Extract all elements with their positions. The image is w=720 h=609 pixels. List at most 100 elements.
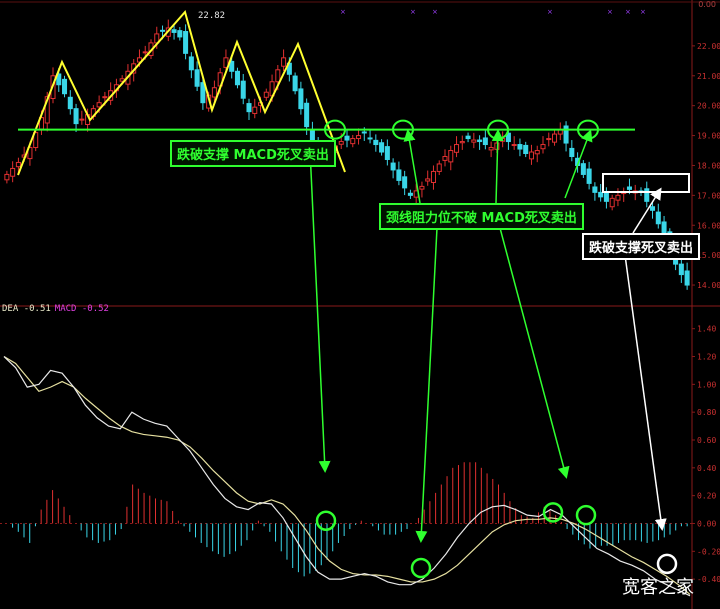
candle bbox=[281, 57, 287, 67]
legend-dea-value: -0.51 bbox=[23, 304, 51, 314]
price-tick-label: 15.00 bbox=[697, 251, 720, 260]
candle bbox=[10, 167, 16, 177]
macd-line bbox=[3, 356, 691, 597]
candle bbox=[246, 103, 252, 113]
legend-macd-value: -0.52 bbox=[81, 304, 109, 314]
candle bbox=[448, 150, 454, 163]
macd-panel bbox=[3, 356, 691, 597]
candle bbox=[626, 186, 632, 190]
macd-tick-label: 0.40 bbox=[697, 464, 716, 473]
candle bbox=[183, 31, 189, 54]
event-marker: × bbox=[607, 8, 613, 16]
candle bbox=[373, 139, 379, 146]
candle bbox=[292, 75, 298, 92]
cross-circle bbox=[575, 504, 597, 526]
dea-line bbox=[3, 356, 691, 595]
event-marker: × bbox=[432, 8, 438, 16]
macd-tick-label: 0.00 bbox=[697, 519, 716, 528]
macd-tick-label: 0.80 bbox=[697, 408, 716, 417]
candle bbox=[171, 29, 177, 33]
candle bbox=[298, 88, 304, 110]
candle bbox=[419, 185, 425, 190]
candle bbox=[379, 142, 385, 153]
candle bbox=[390, 162, 396, 171]
event-marker: × bbox=[625, 8, 631, 16]
legend-dea: DEA -0.51 bbox=[2, 304, 51, 314]
candle bbox=[454, 144, 460, 153]
corner-value: 0.00 bbox=[698, 0, 716, 9]
candle bbox=[523, 144, 529, 155]
macd-tick-label: -0.20 bbox=[697, 547, 720, 556]
candle bbox=[482, 137, 488, 146]
price-tick-label: 17.00 bbox=[697, 191, 720, 200]
candle bbox=[655, 211, 661, 225]
candle bbox=[569, 147, 575, 157]
price-tick-label: 14.00 bbox=[697, 281, 720, 290]
candle bbox=[459, 141, 465, 144]
candle bbox=[598, 191, 604, 198]
candle bbox=[367, 137, 373, 140]
candle bbox=[211, 87, 217, 98]
candle bbox=[350, 138, 356, 145]
candle bbox=[442, 155, 448, 161]
price-tick-label: 19.00 bbox=[697, 132, 720, 141]
candle bbox=[160, 29, 166, 32]
candle bbox=[425, 178, 431, 182]
candle bbox=[188, 56, 194, 71]
candle bbox=[62, 78, 68, 95]
event-marker: × bbox=[640, 8, 646, 16]
candle bbox=[4, 173, 10, 181]
candle bbox=[684, 270, 690, 286]
candle bbox=[592, 186, 598, 193]
price-tick-label: 22.00 bbox=[697, 42, 720, 51]
candle bbox=[430, 170, 436, 184]
macd-tick-label: 0.20 bbox=[697, 492, 716, 501]
cross-circle bbox=[656, 553, 678, 575]
candle bbox=[194, 69, 200, 87]
annotation-overlay bbox=[309, 119, 690, 579]
arrow bbox=[309, 149, 331, 473]
macd-tick-label: 1.00 bbox=[697, 380, 716, 389]
candle bbox=[338, 141, 344, 145]
candle bbox=[609, 197, 615, 208]
brand-watermark: 宽客之家 bbox=[622, 577, 694, 598]
candle bbox=[234, 70, 240, 86]
candle bbox=[15, 161, 21, 168]
arrow bbox=[499, 227, 570, 479]
event-marker: × bbox=[547, 8, 553, 16]
candle bbox=[517, 144, 523, 150]
candle bbox=[580, 163, 586, 175]
candle bbox=[563, 125, 569, 144]
price-tick-label: 18.00 bbox=[697, 161, 720, 170]
candle bbox=[67, 96, 73, 110]
candle bbox=[534, 150, 540, 155]
candle bbox=[344, 135, 350, 141]
candle bbox=[678, 263, 684, 276]
candle bbox=[79, 118, 85, 121]
candle bbox=[552, 133, 558, 143]
candle bbox=[436, 163, 442, 172]
candle bbox=[361, 131, 367, 134]
candle bbox=[540, 144, 546, 150]
peak-price-label: 22.82 bbox=[198, 11, 226, 21]
annotation-break-support: 跌破支撑 MACD死叉卖出 bbox=[170, 140, 336, 167]
candle bbox=[275, 69, 281, 83]
macd-tick-label: 1.20 bbox=[697, 353, 716, 362]
annotation-break-support-2: 跌破支撑死叉卖出 bbox=[582, 233, 701, 260]
candle bbox=[263, 91, 269, 98]
price-tick-label: 16.00 bbox=[697, 221, 720, 230]
candle bbox=[644, 188, 650, 202]
price-tick-label: 21.00 bbox=[697, 72, 720, 81]
annotation-neckline-fail: 颈线阻力位不破 MACD死叉卖出 bbox=[379, 203, 584, 230]
price-tick-label: 20.00 bbox=[697, 102, 720, 111]
cross-circle bbox=[410, 557, 432, 579]
macd-legend: DEA -0.51 MACD -0.52 bbox=[2, 304, 109, 314]
arrow bbox=[564, 129, 593, 199]
candle bbox=[177, 30, 183, 38]
candle bbox=[142, 51, 148, 54]
candle bbox=[615, 194, 621, 201]
cross-circle bbox=[315, 510, 337, 531]
candle bbox=[396, 169, 402, 181]
candle bbox=[465, 135, 471, 140]
candle bbox=[240, 80, 246, 99]
